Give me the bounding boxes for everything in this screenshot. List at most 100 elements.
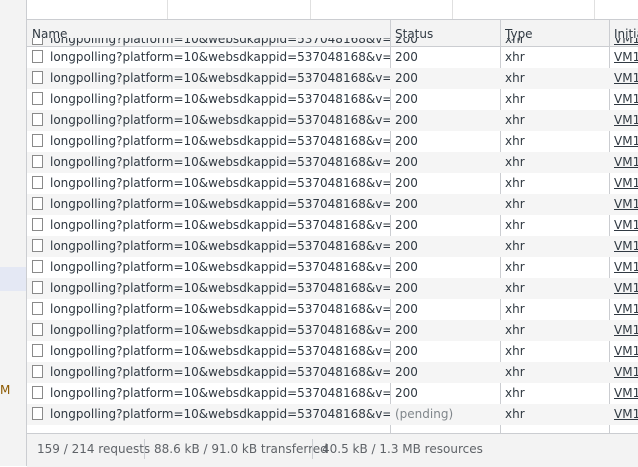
request-status: 200 — [395, 92, 418, 106]
table-row[interactable]: longpolling?platform=10&websdkappid=5370… — [27, 110, 638, 131]
row-checkbox[interactable] — [32, 218, 43, 231]
request-name[interactable]: longpolling?platform=10&websdkappid=5370… — [50, 344, 390, 359]
row-checkbox[interactable] — [32, 176, 43, 189]
table-row[interactable]: longpolling?platform=10&websdkappid=5370… — [27, 383, 638, 404]
request-initiator-link[interactable]: VM1 — [614, 344, 638, 359]
row-checkbox[interactable] — [32, 260, 43, 273]
request-name[interactable]: longpolling?platform=10&websdkappid=5370… — [50, 407, 390, 422]
request-initiator-link[interactable]: VM1 — [614, 239, 638, 254]
table-row[interactable]: longpolling?platform=10&websdkappid=5370… — [27, 320, 638, 341]
request-status: 200 — [395, 38, 418, 46]
request-initiator-link[interactable]: VM1 — [614, 71, 638, 86]
request-name[interactable]: longpolling?platform=10&websdkappid=5370… — [50, 50, 390, 65]
request-initiator-link[interactable]: VM1 — [614, 323, 638, 338]
request-name[interactable]: longpolling?platform=10&websdkappid=5370… — [50, 38, 390, 47]
row-checkbox[interactable] — [32, 71, 43, 84]
table-row[interactable]: longpolling?platform=10&websdkappid=5370… — [27, 362, 638, 383]
request-initiator-link[interactable]: VM1 — [614, 155, 638, 170]
row-checkbox[interactable] — [32, 197, 43, 210]
table-row[interactable]: longpolling?platform=10&websdkappid=5370… — [27, 173, 638, 194]
request-name[interactable]: longpolling?platform=10&websdkappid=5370… — [50, 365, 390, 380]
table-row[interactable]: longpolling?platform=10&websdkappid=5370… — [27, 47, 638, 68]
table-row[interactable]: longpolling?platform=10&websdkappid=5370… — [27, 215, 638, 236]
row-checkbox[interactable] — [32, 281, 43, 294]
row-checkbox[interactable] — [32, 92, 43, 105]
request-count: 159 / 214 requests — [37, 442, 151, 456]
request-name[interactable]: longpolling?platform=10&websdkappid=5370… — [50, 239, 390, 254]
request-status: 200 — [395, 239, 418, 253]
request-name[interactable]: longpolling?platform=10&websdkappid=5370… — [50, 302, 390, 317]
request-name[interactable]: longpolling?platform=10&websdkappid=5370… — [50, 323, 390, 338]
request-type: xhr — [505, 344, 525, 358]
request-type: xhr — [505, 281, 525, 295]
request-type: xhr — [505, 113, 525, 127]
request-name[interactable]: longpolling?platform=10&websdkappid=5370… — [50, 71, 390, 86]
row-checkbox[interactable] — [32, 113, 43, 126]
left-sidebar: M — [0, 0, 27, 466]
row-checkbox[interactable] — [32, 407, 43, 420]
table-row[interactable]: longpolling?platform=10&websdkappid=5370… — [27, 68, 638, 89]
request-name[interactable]: longpolling?platform=10&websdkappid=5370… — [50, 386, 390, 401]
request-initiator-link[interactable]: VM1 — [614, 92, 638, 107]
request-name[interactable]: longpolling?platform=10&websdkappid=5370… — [50, 134, 390, 149]
network-overview — [27, 0, 638, 20]
request-initiator-link[interactable]: VM1 — [614, 38, 638, 47]
sidebar-selected-item[interactable] — [0, 267, 26, 291]
request-status: 200 — [395, 260, 418, 274]
table-row[interactable]: longpolling?platform=10&websdkappid=5370… — [27, 194, 638, 215]
request-status: 200 — [395, 197, 418, 211]
table-row[interactable]: longpolling?platform=10&websdkappid=5370… — [27, 89, 638, 110]
row-checkbox[interactable] — [32, 344, 43, 357]
request-name[interactable]: longpolling?platform=10&websdkappid=5370… — [50, 281, 390, 296]
table-row[interactable]: longpolling?platform=10&websdkappid=5370… — [27, 341, 638, 362]
request-initiator-link[interactable]: VM1 — [614, 281, 638, 296]
table-row[interactable]: longpolling?platform=10&websdkappid=5370… — [27, 131, 638, 152]
row-checkbox[interactable] — [32, 155, 43, 168]
request-status: 200 — [395, 344, 418, 358]
table-row[interactable]: longpolling?platform=10&websdkappid=5370… — [27, 236, 638, 257]
table-row[interactable]: longpolling?platform=10&websdkappid=5370… — [27, 278, 638, 299]
request-name[interactable]: longpolling?platform=10&websdkappid=5370… — [50, 197, 390, 212]
request-initiator-link[interactable]: VM1 — [614, 197, 638, 212]
request-type: xhr — [505, 386, 525, 400]
request-initiator-link[interactable]: VM1 — [614, 113, 638, 128]
request-status: (pending) — [395, 407, 454, 421]
status-bar: 159 / 214 requests 88.6 kB / 91.0 kB tra… — [27, 433, 638, 467]
request-name[interactable]: longpolling?platform=10&websdkappid=5370… — [50, 113, 390, 128]
request-type: xhr — [505, 38, 525, 46]
transferred-size: 88.6 kB / 91.0 kB transferred — [154, 442, 328, 456]
row-checkbox[interactable] — [32, 38, 43, 45]
table-row-partial[interactable]: longpolling?platform=10&websdkappid=5370… — [27, 38, 638, 47]
row-checkbox[interactable] — [32, 323, 43, 336]
request-initiator-link[interactable]: VM1 — [614, 302, 638, 317]
row-checkbox[interactable] — [32, 50, 43, 63]
request-initiator-link[interactable]: VM1 — [614, 134, 638, 149]
request-status: 200 — [395, 71, 418, 85]
table-row[interactable]: longpolling?platform=10&websdkappid=5370… — [27, 404, 638, 425]
table-row[interactable]: longpolling?platform=10&websdkappid=5370… — [27, 299, 638, 320]
row-checkbox[interactable] — [32, 302, 43, 315]
request-type: xhr — [505, 197, 525, 211]
request-name[interactable]: longpolling?platform=10&websdkappid=5370… — [50, 92, 390, 107]
request-initiator-link[interactable]: VM1 — [614, 176, 638, 191]
request-initiator-link[interactable]: VM1 — [614, 386, 638, 401]
request-initiator-link[interactable]: VM1 — [614, 407, 638, 422]
request-type: xhr — [505, 134, 525, 148]
table-row[interactable]: longpolling?platform=10&websdkappid=5370… — [27, 257, 638, 278]
request-type: xhr — [505, 155, 525, 169]
request-status: 200 — [395, 386, 418, 400]
request-initiator-link[interactable]: VM1 — [614, 260, 638, 275]
row-checkbox[interactable] — [32, 134, 43, 147]
row-checkbox[interactable] — [32, 239, 43, 252]
request-initiator-link[interactable]: VM1 — [614, 218, 638, 233]
row-checkbox[interactable] — [32, 386, 43, 399]
request-type: xhr — [505, 239, 525, 253]
table-row[interactable]: longpolling?platform=10&websdkappid=5370… — [27, 152, 638, 173]
request-name[interactable]: longpolling?platform=10&websdkappid=5370… — [50, 155, 390, 170]
request-initiator-link[interactable]: VM1 — [614, 365, 638, 380]
request-name[interactable]: longpolling?platform=10&websdkappid=5370… — [50, 176, 390, 191]
request-initiator-link[interactable]: VM1 — [614, 50, 638, 65]
request-name[interactable]: longpolling?platform=10&websdkappid=5370… — [50, 260, 390, 275]
request-name[interactable]: longpolling?platform=10&websdkappid=5370… — [50, 218, 390, 233]
row-checkbox[interactable] — [32, 365, 43, 378]
